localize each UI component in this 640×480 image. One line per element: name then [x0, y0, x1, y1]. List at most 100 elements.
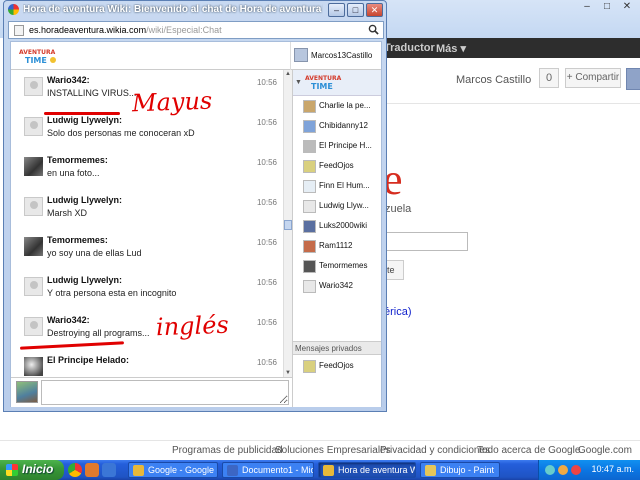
quick-launch [68, 463, 119, 477]
google-search-input[interactable] [384, 232, 468, 251]
taskbar-button-label: Hora de aventura Wi... [338, 465, 415, 475]
wiki-entry[interactable]: ▼ AVENTURA TIME [293, 70, 381, 96]
volume-icon[interactable] [558, 465, 568, 475]
user-avatar [303, 240, 316, 253]
share-button[interactable]: + Compartir [565, 68, 621, 88]
message-avatar[interactable] [24, 237, 43, 256]
security-icon[interactable] [571, 465, 581, 475]
user-list-item[interactable]: Charlie la pe... [293, 98, 381, 115]
clock: 10:47 a.m. [591, 464, 634, 474]
user-name: FeedOjos [319, 361, 354, 370]
taskbar-button[interactable]: Documento1 - Micros... [222, 462, 314, 478]
message-avatar[interactable] [24, 197, 43, 216]
user-list-item[interactable]: Temormemes [293, 258, 381, 275]
user-list-item[interactable]: Finn El Hum... [293, 178, 381, 195]
message-scrollbar[interactable]: ▲ ▼ [283, 70, 292, 377]
nav-item-traductor[interactable]: Traductor [384, 42, 435, 54]
user-avatar [303, 220, 316, 233]
message-time: 10:56 [256, 318, 277, 327]
wiki-logo-small-text-1: AVENTURA [305, 75, 342, 82]
minimize-button[interactable]: – [328, 3, 345, 17]
message-avatar[interactable] [24, 317, 43, 336]
google-top-bar: Traductor Más ▾ [384, 38, 640, 58]
start-button[interactable]: Inicio [0, 460, 64, 480]
footer-link-google-com[interactable]: Google.com [578, 445, 632, 456]
search-icon[interactable] [368, 24, 379, 35]
annotation-underline-top [44, 112, 120, 115]
self-user[interactable]: Marcos13Castillo [294, 48, 372, 62]
user-list-item[interactable]: Ludwig Llyw... [293, 198, 381, 215]
message-author[interactable]: Ludwig Llywelyn: [47, 115, 122, 125]
header-divider [290, 42, 291, 70]
wiki-logo-text-2: TIME [25, 56, 47, 65]
taskbar-button[interactable]: Dibujo - Paint [420, 462, 500, 478]
message-avatar[interactable] [24, 277, 43, 296]
user-list-item[interactable]: Luks2000wiki [293, 218, 381, 235]
chat-titlebar[interactable]: Hora de aventura Wiki: Bienvenido al cha… [4, 1, 386, 19]
user-name: FeedOjos [319, 161, 354, 170]
user-list-item[interactable]: El Principe H... [293, 138, 381, 155]
background-minimize-button[interactable]: – [578, 0, 596, 14]
user-avatar [303, 100, 316, 113]
background-close-button[interactable]: ✕ [618, 0, 636, 14]
scroll-thumb[interactable] [284, 220, 292, 230]
message-author[interactable]: Ludwig Llywelyn: [47, 275, 122, 285]
message-avatar[interactable] [24, 357, 43, 376]
user-list-item[interactable]: Ram1112 [293, 238, 381, 255]
ie-quicklaunch-icon[interactable] [102, 463, 116, 477]
chat-message: Ludwig Llywelyn: Marsh XD 10:56 [11, 190, 283, 230]
footer-link-business[interactable]: Soluciones Empresariales [275, 445, 391, 456]
user-name: Charlie la pe... [319, 101, 371, 110]
message-author[interactable]: Wario342: [47, 75, 90, 85]
address-bar[interactable]: es.horadeaventura.wikia.com/wiki/Especia… [8, 21, 384, 39]
message-author[interactable]: Temormemes: [47, 155, 108, 165]
maximize-button[interactable]: □ [347, 3, 364, 17]
chrome-icon [8, 4, 19, 15]
network-icon[interactable] [545, 465, 555, 475]
google-link-fragment[interactable]: érica) [384, 306, 412, 318]
user-list-item[interactable]: Chibidanny12 [293, 118, 381, 135]
taskbar-button-label: Dibujo - Paint [440, 465, 495, 475]
private-user-item[interactable]: FeedOjos [293, 358, 381, 375]
taskbar-button-label: Google - Google Chrome [148, 465, 217, 475]
footer-link-advertising[interactable]: Programas de publicidad [172, 445, 283, 456]
footer-link-privacy[interactable]: Privacidad y condiciones [380, 445, 490, 456]
google-avatar[interactable] [626, 68, 640, 90]
message-time: 10:56 [256, 238, 277, 247]
collapse-arrow-icon[interactable]: ▼ [295, 79, 302, 86]
message-avatar[interactable] [24, 157, 43, 176]
scroll-down-arrow-icon[interactable]: ▼ [284, 369, 292, 377]
user-list-item[interactable]: FeedOjos [293, 158, 381, 175]
google-search-button[interactable]: rte [384, 260, 404, 280]
chat-message: Temormemes: en una foto... 10:56 [11, 150, 283, 190]
close-button[interactable]: ✕ [366, 3, 383, 17]
background-maximize-button[interactable]: □ [598, 0, 616, 14]
footer-link-about[interactable]: Todo acerca de Google [477, 445, 580, 456]
chat-message: Temormemes: yo soy una de ellas Lud 10:56 [11, 230, 283, 270]
message-text: Destroying all programs... [47, 328, 150, 338]
chat-message: Ludwig Llywelyn: Y otra persona esta en i… [11, 270, 283, 310]
message-author[interactable]: El Principe Helado: [47, 355, 129, 365]
background-window-buttons: – □ ✕ [576, 0, 636, 14]
chrome-quicklaunch-icon[interactable] [68, 463, 82, 477]
nav-item-mas[interactable]: Más ▾ [436, 42, 466, 55]
annotation-ingles: inglés [155, 310, 230, 342]
user-list-item[interactable]: Wario342 [293, 278, 381, 295]
wiki-logo-small-text-2: TIME [311, 82, 333, 91]
chat-input-area [11, 377, 292, 407]
notification-count-button[interactable]: 0 [539, 68, 559, 88]
scroll-up-arrow-icon[interactable]: ▲ [284, 70, 292, 78]
url-text[interactable]: es.horadeaventura.wikia.com/wiki/Especia… [29, 25, 222, 35]
message-author[interactable]: Temormemes: [47, 235, 108, 245]
taskbar-button[interactable]: Hora de aventura Wi... [318, 462, 416, 478]
message-author[interactable]: Ludwig Llywelyn: [47, 195, 122, 205]
message-avatar[interactable] [24, 77, 43, 96]
message-author[interactable]: Wario342: [47, 315, 90, 325]
google-user-name[interactable]: Marcos Castillo [456, 74, 531, 86]
firefox-quicklaunch-icon[interactable] [85, 463, 99, 477]
user-avatar [303, 280, 316, 293]
user-name: Chibidanny12 [319, 121, 368, 130]
chat-message-input[interactable] [41, 380, 289, 405]
message-avatar[interactable] [24, 117, 43, 136]
taskbar-button[interactable]: Google - Google Chrome [128, 462, 218, 478]
